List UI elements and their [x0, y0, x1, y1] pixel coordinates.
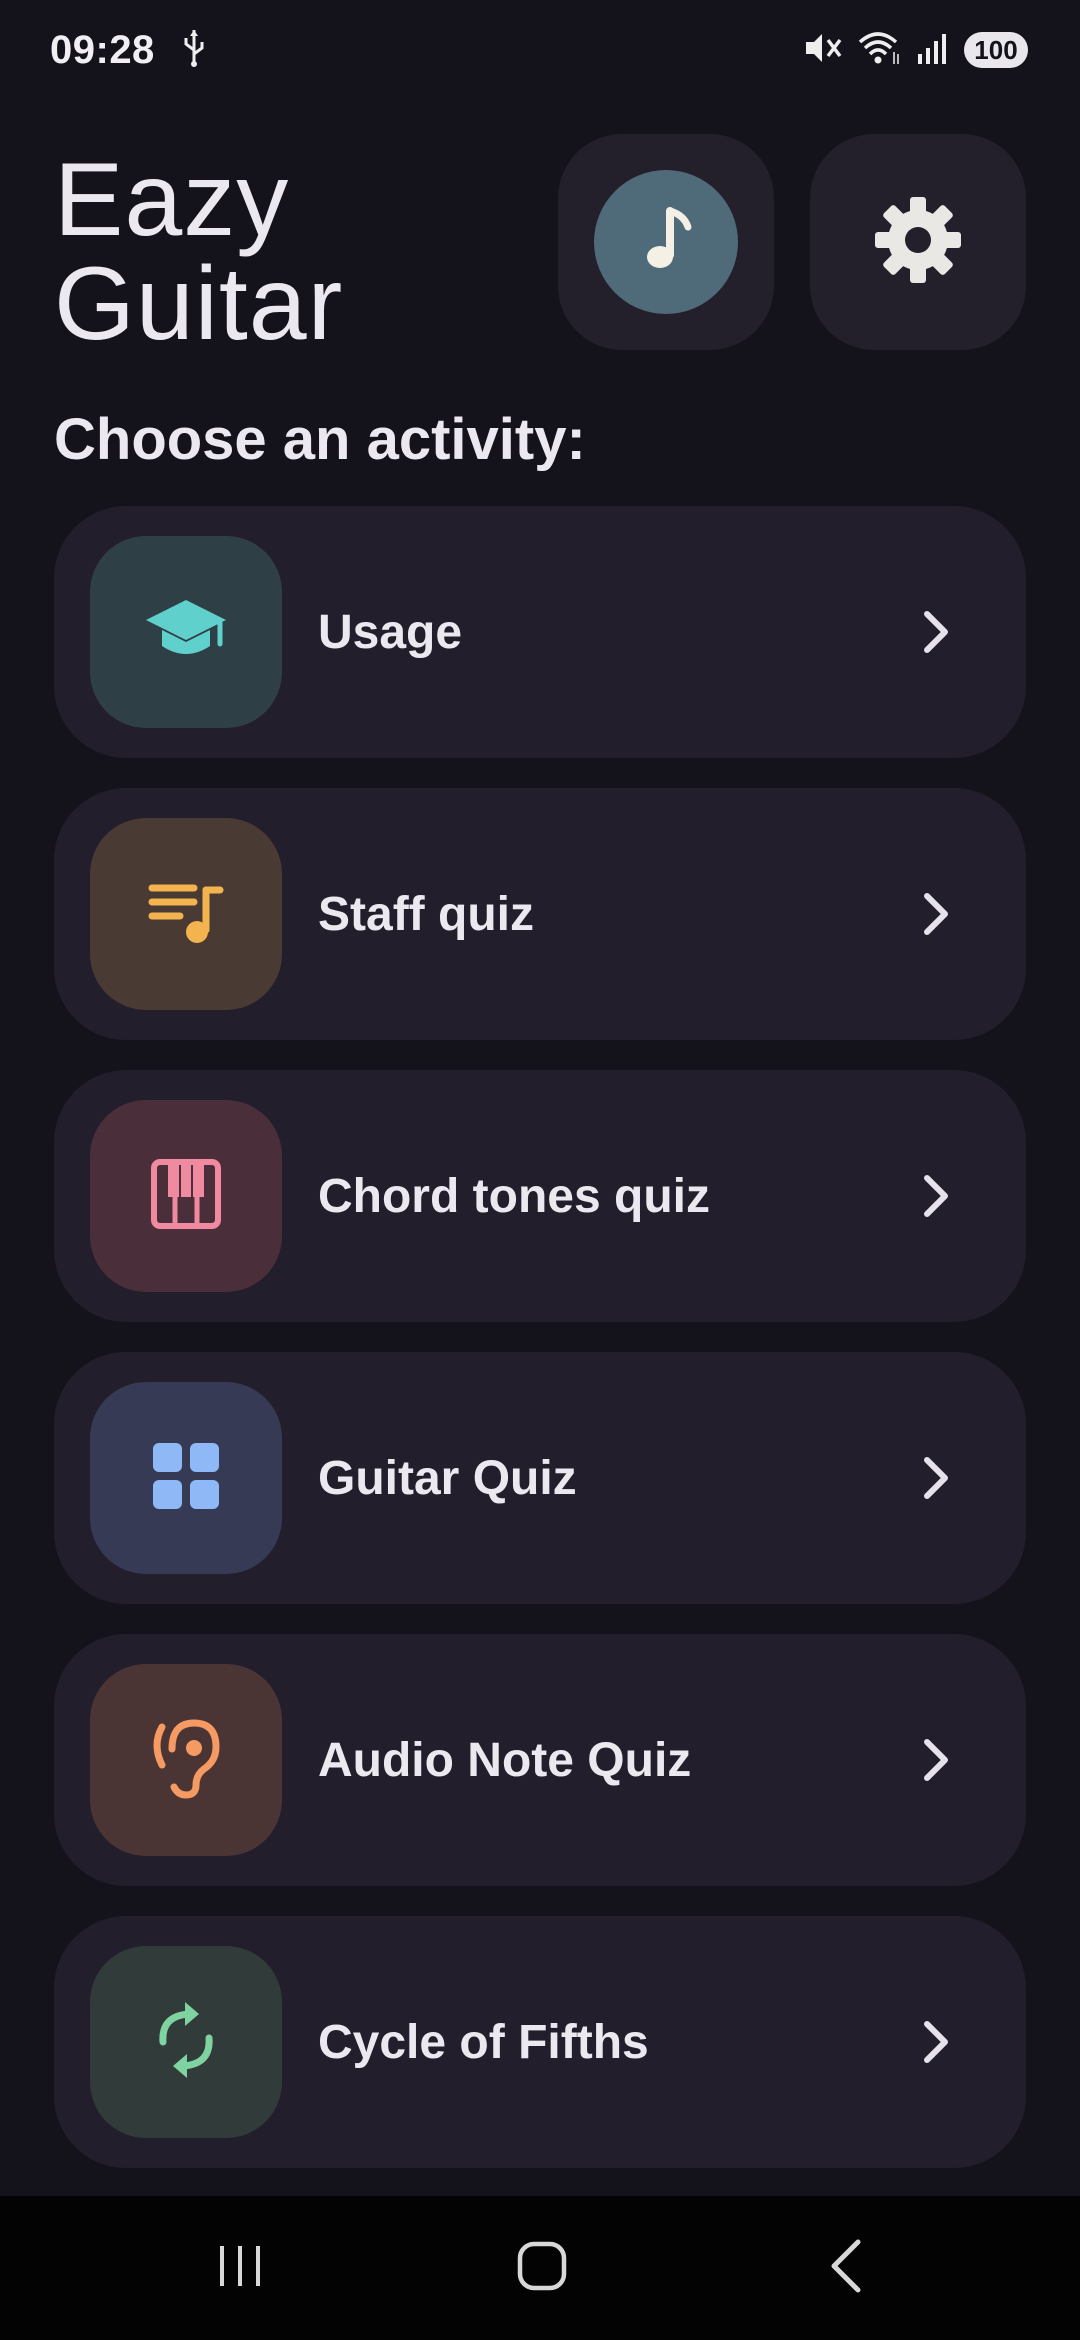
ear-icon: [150, 1715, 222, 1806]
status-left: 09:28: [50, 28, 207, 73]
activity-cycle-of-fifths[interactable]: Cycle of Fifths: [54, 1916, 1026, 2168]
activity-icon-tile: [90, 818, 282, 1010]
piano-icon: [151, 1158, 221, 1234]
battery-indicator: 100: [964, 32, 1028, 68]
activity-staff-quiz[interactable]: Staff quiz: [54, 788, 1026, 1040]
music-note-icon: [636, 205, 696, 280]
activity-label: Usage: [318, 605, 463, 659]
activity-chord-tones-quiz[interactable]: Chord tones quiz: [54, 1070, 1026, 1322]
app-title-line1: Eazy: [54, 142, 290, 258]
chevron-right-icon: [906, 2012, 966, 2072]
mute-icon: [802, 30, 842, 71]
status-bar: 09:28 100: [0, 0, 1080, 100]
activity-label: Cycle of Fifths: [318, 2015, 649, 2069]
back-icon: [826, 2238, 866, 2299]
grid-icon: [151, 1441, 221, 1516]
gear-icon: [873, 195, 963, 290]
chevron-right-icon: [906, 1730, 966, 1790]
activity-guitar-quiz[interactable]: Guitar Quiz: [54, 1352, 1026, 1604]
activity-icon-tile: [90, 1946, 282, 2138]
signal-icon: [916, 30, 950, 71]
settings-button[interactable]: [810, 134, 1026, 350]
music-button-circle: [594, 170, 738, 314]
chevron-right-icon: [906, 602, 966, 662]
app-title-line2: Guitar: [54, 246, 344, 362]
activity-label: Audio Note Quiz: [318, 1733, 692, 1787]
activity-icon-tile: [90, 1382, 282, 1574]
chevron-right-icon: [906, 884, 966, 944]
wifi-icon: [856, 30, 902, 71]
activity-icon-tile: [90, 1100, 282, 1292]
chevron-right-icon: [906, 1166, 966, 1226]
home-icon: [516, 2240, 568, 2297]
music-list-icon: [146, 880, 226, 949]
activity-icon-tile: [90, 536, 282, 728]
status-right: 100: [802, 30, 1028, 71]
activity-label: Staff quiz: [318, 887, 534, 941]
section-heading: Choose an activity:: [54, 407, 586, 472]
activity-list: Usage Staff quiz Chord tones quiz Guitar…: [54, 506, 1026, 2198]
recent-apps-icon: [216, 2242, 264, 2295]
activity-label: Guitar Quiz: [318, 1451, 577, 1505]
chevron-right-icon: [906, 1448, 966, 1508]
navigation-bar: [0, 2196, 1080, 2340]
app-title: Eazy Guitar: [54, 148, 343, 356]
activity-icon-tile: [90, 1664, 282, 1856]
home-button[interactable]: [492, 2228, 592, 2308]
graduation-cap-icon: [144, 594, 228, 671]
usb-icon: [181, 28, 207, 73]
sync-icon: [151, 2000, 221, 2085]
activity-label: Chord tones quiz: [318, 1169, 710, 1223]
activity-audio-note-quiz[interactable]: Audio Note Quiz: [54, 1634, 1026, 1886]
status-time: 09:28: [50, 27, 155, 72]
music-button[interactable]: [558, 134, 774, 350]
back-button[interactable]: [796, 2228, 896, 2308]
activity-usage[interactable]: Usage: [54, 506, 1026, 758]
recent-apps-button[interactable]: [190, 2228, 290, 2308]
